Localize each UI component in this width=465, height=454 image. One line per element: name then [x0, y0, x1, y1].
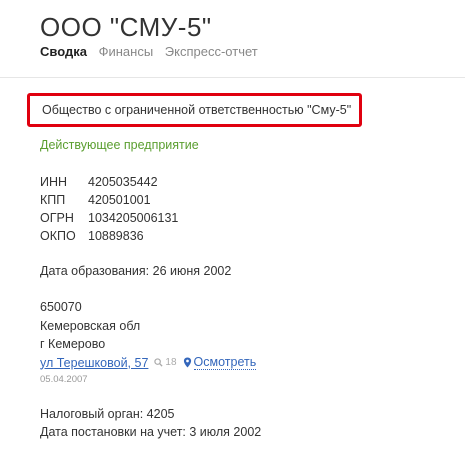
search-icon — [154, 358, 163, 367]
company-full-name: Общество с ограниченной ответственностью… — [42, 103, 352, 117]
tab-bar: Сводка Финансы Экспресс-отчет — [40, 44, 266, 59]
address-date: 05.04.2007 — [40, 374, 88, 385]
view-map-label: Осмотреть — [193, 355, 257, 371]
code-value: 1034205006131 — [88, 211, 179, 225]
company-codes: ИНН 4205035442 КПП 420501001 ОГРН 103420500… — [40, 173, 178, 245]
company-title: ООО "СМУ-5" — [40, 12, 212, 42]
tab-summary[interactable]: Сводка — [40, 44, 87, 59]
company-status: Действующее предприятие — [40, 138, 199, 152]
code-label: ОКПО — [40, 229, 76, 243]
code-row-kpp: КПП 420501001 — [40, 191, 178, 209]
highlighted-full-name-box: Общество с ограниченной ответственностью… — [27, 93, 362, 127]
view-map-link[interactable]: Осмотреть — [183, 355, 257, 371]
map-pin-icon — [183, 357, 191, 368]
address-region: Кемеровская обл — [40, 318, 141, 333]
code-row-inn: ИНН 4205035442 — [40, 173, 178, 191]
registration-date: Дата образования: 26 июня 2002 — [40, 264, 232, 278]
address-street-line: ул Терешковой, 57 18 Осмотреть — [40, 354, 257, 373]
code-label: ИНН — [40, 175, 68, 189]
page-header: ООО "СМУ-5" Сводка Финансы Экспресс-отче… — [0, 0, 465, 78]
code-value: 10889836 — [88, 229, 144, 243]
street-link[interactable]: ул Терешковой, 57 — [40, 354, 148, 373]
code-row-ogrn: ОГРН 1034205006131 — [40, 209, 178, 227]
code-value: 420501001 — [88, 193, 151, 207]
address-postcode: 650070 — [40, 300, 82, 314]
code-row-okpo: ОКПО 10889836 — [40, 227, 178, 245]
tab-express-report[interactable]: Экспресс-отчет — [165, 44, 258, 59]
search-count-value: 18 — [165, 356, 177, 368]
address-city: г Кемерово — [40, 337, 106, 351]
tab-finance[interactable]: Финансы — [99, 44, 154, 59]
tax-authority: Налоговый орган: 4205 — [40, 407, 175, 421]
code-label: ОГРН — [40, 211, 74, 225]
code-value: 4205035442 — [88, 175, 158, 189]
search-count[interactable]: 18 — [154, 354, 177, 373]
tax-registration-date: Дата постановки на учет: 3 июля 2002 — [40, 425, 262, 439]
tax-info: Налоговый орган: 4205 Дата постановки на… — [40, 405, 261, 441]
code-label: КПП — [40, 193, 66, 207]
address-block: 650070 Кемеровская обл г Кемерово ул Тер… — [40, 298, 257, 387]
